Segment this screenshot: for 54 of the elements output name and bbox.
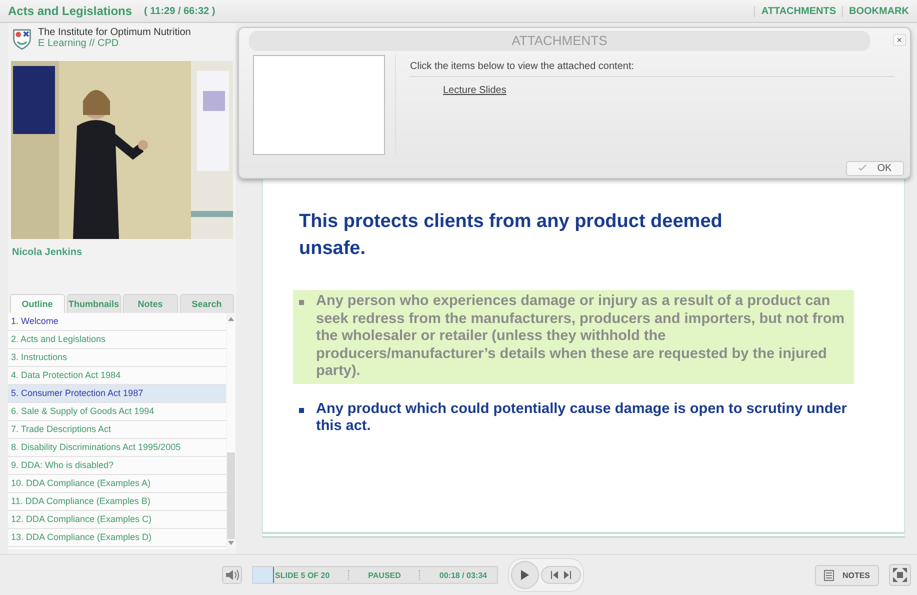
previous-button[interactable] [550,571,558,579]
outline-item[interactable]: 6. Sale & Supply of Goods Act 1994 [8,403,226,421]
course-title: Acts and Legislations [8,4,132,18]
next-button[interactable] [564,571,572,579]
sidebar-tab[interactable]: Thumbnails [66,294,121,313]
playback-time: 00:18 / 03:34 [439,570,487,580]
organization-name: The Institute for Optimum Nutrition [38,27,191,38]
outline-item[interactable]: 2. Acts and Legislations [8,331,226,349]
progress-bar[interactable]: SLIDE 5 OF 20 PAUSED 00:18 / 03:34 [252,566,498,584]
instruction-text: Click the items below to view the attached content: [410,61,894,77]
outline-item[interactable]: 9. DDA: Who is disabled? [8,457,226,475]
outline-item[interactable]: 8. Disability Discriminations Act 1995/2005 [8,439,226,457]
outline-item[interactable]: 3. Instructions [8,349,226,367]
attachment-link[interactable]: Lecture Slides [443,85,506,96]
sidebar-tab[interactable]: Outline [10,294,64,313]
close-button[interactable]: × [892,34,906,46]
play-button[interactable] [511,561,539,589]
outline-item[interactable]: 12. DDA Compliance (Examples C) [8,511,226,529]
bullet-icon [299,300,304,305]
outline-item[interactable]: 1. Welcome [8,313,226,331]
playback-status: PAUSED [368,570,401,580]
volume-button[interactable] [222,566,242,584]
fullscreen-button[interactable] [889,564,911,586]
outline-item[interactable]: 5. Consumer Protection Act 1987 [8,385,226,403]
outline-item[interactable]: 11. DDA Compliance (Examples B) [8,493,226,511]
fullscreen-icon [893,568,907,582]
check-icon [858,164,868,171]
scroll-up-icon[interactable] [228,315,234,323]
play-icon [521,570,529,580]
outline-item[interactable]: 13. DDA Compliance (Examples D) [8,529,226,547]
previous-icon [550,571,558,579]
sidebar-tab[interactable]: Search [180,294,234,313]
next-icon [564,571,572,579]
elapsed-time: ( 11:29 / 66:32 ) [144,6,216,16]
slide-counter: SLIDE 5 OF 20 [275,570,330,580]
bullet-text: Any product which could potentially cause damage is open to scrutiny under this act. [293,398,854,438]
ok-button[interactable]: OK [846,161,904,176]
notes-button[interactable]: NOTES [815,564,879,586]
header-link[interactable]: BOOKMARK [849,6,909,16]
slide-subtitle: This protects clients from any product deemed unsafe. [299,210,724,261]
scrollbar[interactable] [226,313,236,549]
notes-icon [824,570,834,580]
speaker-icon [225,569,239,581]
dialog-title: ATTACHMENTS [512,33,608,48]
header-link[interactable]: ATTACHMENTS [761,6,836,16]
bullet-icon [299,408,304,412]
shield-logo-icon [12,27,32,51]
scroll-down-icon[interactable] [228,539,234,547]
outline-item[interactable]: 10. DDA Compliance (Examples A) [8,475,226,493]
sidebar-tab[interactable]: Notes [123,294,178,313]
organization-subtitle: E Learning // CPD [38,38,120,49]
bullet-text: Any person who experiences damage or injury as a result of a product can seek redress from the manufacturers, producers and importers, but not from the wholesaler or retailer (unless they withhold the producers/manufacturer’s details when these are requested by the injured party). [293,290,854,384]
outline-item[interactable]: 7. Trade Descriptions Act [8,421,226,439]
presenter-name: Nicola Jenkins [12,247,82,258]
